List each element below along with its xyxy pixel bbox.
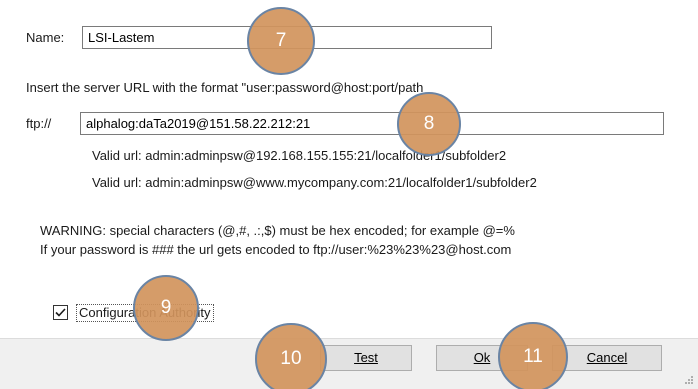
cancel-button[interactable]: Cancel xyxy=(552,345,662,371)
warning-example: If your password is ### the url gets enc… xyxy=(40,242,512,257)
dialog-window: { "name_label": "Name:", "name_value": "… xyxy=(0,0,698,389)
test-button[interactable]: Test xyxy=(320,345,412,371)
valid-url-example-2: Valid url: admin:adminpsw@www.mycompany.… xyxy=(92,175,537,190)
callout-marker-10: 10 xyxy=(255,323,327,389)
warning-text: WARNING: special characters (@,#, .:,$) … xyxy=(40,223,515,238)
url-instruction: Insert the server URL with the format "u… xyxy=(26,80,424,95)
protocol-label: ftp:// xyxy=(26,116,52,131)
callout-marker-9: 9 xyxy=(133,275,199,341)
callout-marker-11: 11 xyxy=(498,322,568,389)
ok-button-label: Ok xyxy=(473,350,491,365)
callout-marker-7: 7 xyxy=(247,7,315,75)
name-label: Name: xyxy=(26,30,65,45)
resize-grip-icon[interactable] xyxy=(684,375,694,385)
test-button-label: Test xyxy=(354,350,378,365)
checkmark-icon xyxy=(55,308,66,317)
configuration-authority-checkbox[interactable] xyxy=(53,305,68,320)
url-input[interactable]: alphalog:daTa2019@151.58.22.212:21 xyxy=(80,112,664,135)
callout-marker-8: 8 xyxy=(397,92,461,156)
cancel-button-label: Cancel xyxy=(586,350,628,365)
